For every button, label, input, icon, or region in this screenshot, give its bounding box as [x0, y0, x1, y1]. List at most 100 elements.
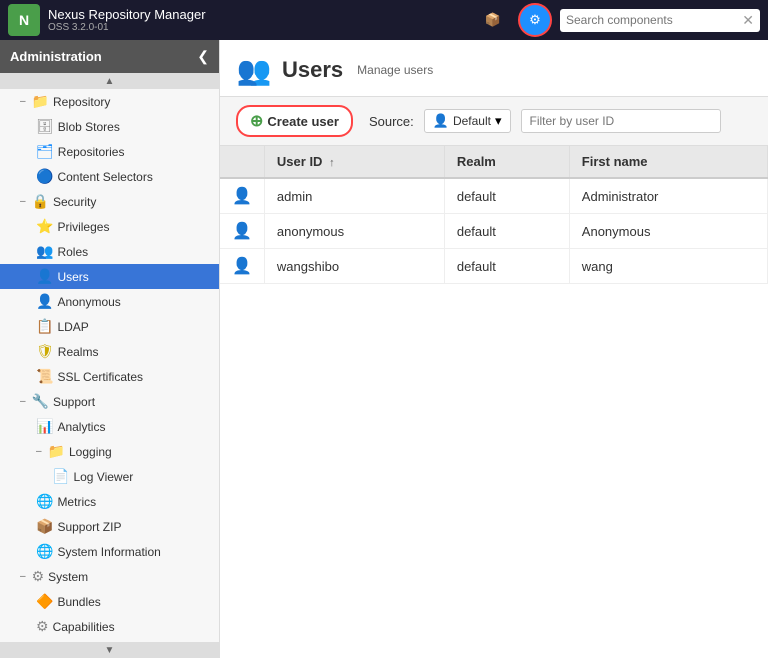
sidebar-item-repositories[interactable]: 🗂 Repositories [0, 139, 219, 164]
system-expand-icon: – [20, 571, 26, 582]
row-user-id: anonymous [264, 214, 444, 249]
col-realm-label: Realm [457, 154, 496, 169]
box-icon[interactable]: 📦 [476, 3, 510, 37]
sidebar-item-privileges[interactable]: ⭐ Privileges [0, 214, 219, 239]
chevron-down-icon: ▾ [495, 113, 502, 129]
sidebar-item-blob-stores[interactable]: 🗄 Blob Stores [0, 114, 219, 139]
sidebar-item-roles[interactable]: 👥 Roles [0, 239, 219, 264]
col-first-name[interactable]: First name [569, 146, 767, 178]
system-icon: ⚙ [32, 568, 45, 585]
support-icon: 🔧 [32, 393, 49, 410]
sidebar-title: Administration [10, 49, 102, 64]
app-version: OSS 3.2.0-01 [48, 22, 206, 33]
table-row[interactable]: 👤 admin default Administrator [220, 178, 768, 214]
sidebar-item-realms[interactable]: 🛡 Realms [0, 339, 219, 364]
analytics-icon: 📊 [36, 418, 53, 435]
sidebar-item-system-label: System [48, 570, 88, 584]
sidebar-item-realms-label: Realms [58, 345, 99, 359]
sidebar-scroll[interactable]: – 📁 Repository 🗄 Blob Stores 🗂 Repositor… [0, 89, 219, 642]
table-row[interactable]: 👤 wangshibо default wang [220, 249, 768, 284]
content-selectors-icon: 🔵 [36, 168, 53, 185]
sidebar-item-roles-label: Roles [57, 245, 88, 259]
row-first-name: Administrator [569, 178, 767, 214]
logging-expand-icon: – [36, 446, 42, 457]
col-user-id-label: User ID [277, 154, 323, 169]
sidebar-item-content-selectors-label: Content Selectors [57, 170, 152, 184]
row-realm: default [444, 249, 569, 284]
support-zip-icon: 📦 [36, 518, 53, 535]
col-realm[interactable]: Realm [444, 146, 569, 178]
logo-letter: N [19, 12, 29, 28]
system-information-icon: 🌐 [36, 543, 53, 560]
sidebar-item-ssl-certificates[interactable]: 📜 SSL Certificates [0, 364, 219, 389]
ldap-icon: 📋 [36, 318, 53, 335]
gear-icon[interactable]: ⚙ [518, 3, 552, 37]
sidebar-item-users-label: Users [57, 270, 88, 284]
sidebar-item-repository[interactable]: – 📁 Repository [0, 89, 219, 114]
sidebar-item-logging-label: Logging [69, 445, 112, 459]
sidebar-header: Administration ❮ [0, 40, 219, 73]
users-table-container: User ID ↑ Realm First name 👤 admin [220, 146, 768, 658]
content-area: 👥 Users Manage users ⊕ Create user Sourc… [220, 40, 768, 658]
create-user-button[interactable]: ⊕ Create user [236, 105, 353, 137]
sidebar-item-capabilities[interactable]: ⚙ Capabilities [0, 614, 219, 639]
sidebar-item-security[interactable]: – 🔒 Security [0, 189, 219, 214]
sidebar-item-system-information[interactable]: 🌐 System Information [0, 539, 219, 564]
repositories-icon: 🗂 [36, 143, 54, 160]
sidebar-item-metrics-label: Metrics [57, 495, 96, 509]
app-logo-icon: N [8, 4, 40, 36]
sidebar-item-content-selectors[interactable]: 🔵 Content Selectors [0, 164, 219, 189]
bundles-icon: 🔶 [36, 593, 53, 610]
sidebar-item-blob-stores-label: Blob Stores [58, 120, 120, 134]
row-icon-cell: 👤 [220, 249, 264, 284]
sidebar-item-anonymous[interactable]: 👤 Anonymous [0, 289, 219, 314]
row-first-name: wang [569, 249, 767, 284]
sidebar-collapse-button[interactable]: ❮ [197, 48, 209, 65]
realms-icon: 🛡 [36, 343, 54, 360]
sidebar-item-users[interactable]: 👤 Users [0, 264, 219, 289]
sidebar-item-system[interactable]: – ⚙ System [0, 564, 219, 589]
ssl-certificates-icon: 📜 [36, 368, 53, 385]
source-select[interactable]: 👤 Default ▾ [424, 109, 511, 133]
sidebar-item-system-information-label: System Information [57, 545, 160, 559]
repository-expand-icon: – [20, 96, 26, 107]
user-row-icon: 👤 [232, 188, 252, 205]
sidebar-item-metrics[interactable]: 🌐 Metrics [0, 489, 219, 514]
row-user-id: wangshibо [264, 249, 444, 284]
log-viewer-icon: 📄 [52, 468, 69, 485]
row-icon-cell: 👤 [220, 214, 264, 249]
scroll-down-button[interactable]: ▼ [0, 642, 219, 658]
sidebar-item-log-viewer[interactable]: 📄 Log Viewer [0, 464, 219, 489]
col-user-id[interactable]: User ID ↑ [264, 146, 444, 178]
capabilities-icon: ⚙ [36, 618, 49, 635]
source-icon: 👤 [433, 113, 449, 129]
search-clear-icon[interactable]: ✕ [742, 12, 754, 29]
table-row[interactable]: 👤 anonymous default Anonymous [220, 214, 768, 249]
support-expand-icon: – [20, 396, 26, 407]
sidebar-item-support-zip[interactable]: 📦 Support ZIP [0, 514, 219, 539]
source-label: Source: [369, 114, 414, 129]
page-header-icon: 👥 [236, 52, 272, 88]
sidebar-item-ldap[interactable]: 📋 LDAP [0, 314, 219, 339]
page-header: 👥 Users Manage users [220, 40, 768, 97]
row-icon-cell: 👤 [220, 178, 264, 214]
user-row-icon: 👤 [232, 258, 252, 275]
sidebar-item-ldap-label: LDAP [57, 320, 88, 334]
repository-icon: 📁 [32, 93, 49, 110]
col-first-name-label: First name [582, 154, 648, 169]
user-filter-input[interactable] [521, 109, 721, 133]
page-subtitle: Manage users [357, 63, 433, 77]
topbar: N Nexus Repository Manager OSS 3.2.0-01 … [0, 0, 768, 40]
row-user-id: admin [264, 178, 444, 214]
search-input[interactable] [566, 13, 738, 27]
sidebar-item-support[interactable]: – 🔧 Support [0, 389, 219, 414]
sidebar-item-logging[interactable]: – 📁 Logging [0, 439, 219, 464]
sidebar-item-bundles[interactable]: 🔶 Bundles [0, 589, 219, 614]
sidebar-item-ssl-certificates-label: SSL Certificates [57, 370, 143, 384]
sort-icon: ↑ [329, 157, 335, 169]
page-title: Users [282, 57, 343, 83]
sidebar-item-analytics[interactable]: 📊 Analytics [0, 414, 219, 439]
scroll-up-button[interactable]: ▲ [0, 73, 219, 89]
sidebar-item-anonymous-label: Anonymous [57, 295, 120, 309]
sidebar-item-analytics-label: Analytics [57, 420, 105, 434]
